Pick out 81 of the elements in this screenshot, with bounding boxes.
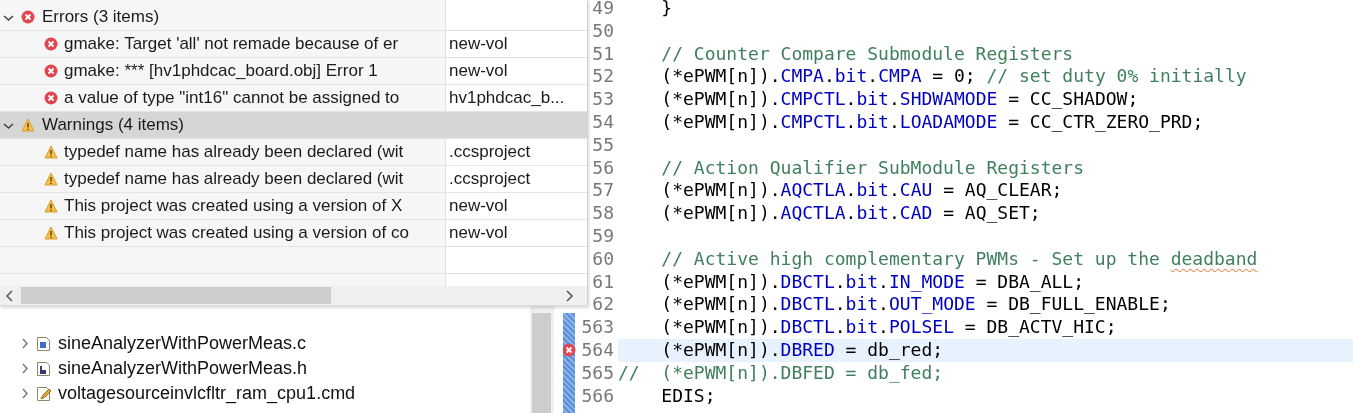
problem-row[interactable]: gmake: *** [hv1phdcac_board.obj] Error 1 new-vol	[0, 58, 587, 85]
tree-item[interactable]: voltagesourceinvlcfltr_ram_cpu1.cmd	[0, 381, 530, 406]
line-number: 59	[591, 224, 615, 248]
problem-description: typedef name has already been declared (wit	[64, 142, 404, 162]
problem-row[interactable]: This project was created using a version of co new-vol	[0, 220, 587, 247]
error-icon	[44, 91, 58, 105]
code-line: (*ePWM[n]).CMPCTL.bit.SHDWAMODE = CC_SHADOW;	[660, 88, 1140, 111]
code-line: (*ePWM[n]).AQCTLA.bit.CAU = AQ_CLEAR;	[660, 179, 1064, 203]
problem-group-row[interactable]: Warnings (4 items)	[0, 112, 587, 139]
code-line: // Counter Compare Submodule Registers	[660, 42, 1075, 66]
line-number: 62	[591, 293, 615, 317]
problem-description: This project was created using a version of X	[64, 196, 403, 216]
file-icon	[36, 360, 52, 377]
tree-item[interactable]: sineAnalyzerWithPowerMeas.h	[0, 356, 530, 381]
line-number: 563	[580, 316, 615, 339]
problem-description: gmake: Target 'all' not remade because of er	[64, 34, 399, 54]
code-line: (*ePWM[n]).DBCTL.bit.IN_MODE = DBA_ALL;	[660, 270, 1086, 294]
line-number: 564	[580, 338, 615, 362]
warning-icon	[44, 172, 58, 186]
line-number: 61	[591, 270, 615, 294]
problem-resource: new-vol	[448, 61, 508, 81]
warning-icon	[44, 199, 58, 213]
code-line: }	[660, 0, 674, 20]
problem-resource: new-vol	[448, 223, 508, 243]
line-number: 52	[591, 65, 615, 89]
problem-resource: new-vol	[448, 34, 508, 54]
problem-row[interactable]: typedef name has already been declared (wit .ccsproject	[0, 166, 587, 193]
warning-icon	[44, 226, 58, 240]
tree-item[interactable]: sineAnalyzerWithPowerMeas.c	[0, 331, 530, 356]
file-icon	[36, 335, 52, 352]
code-line: (*ePWM[n]).CMPA.bit.CMPA = 0; // set duty 0% initially	[660, 65, 1248, 89]
line-number: 55	[591, 133, 615, 157]
problem-description: a value of type "int16" cannot be assigned to	[64, 88, 400, 108]
error-icon	[44, 37, 58, 51]
line-number: 58	[591, 202, 615, 225]
warning-icon	[44, 145, 58, 159]
error-icon	[44, 64, 58, 78]
file-name: sineAnalyzerWithPowerMeas.c	[58, 333, 307, 354]
problem-resource: hv1phdcac_b...	[448, 88, 565, 108]
line-number: 53	[591, 88, 615, 111]
line-number: 51	[591, 42, 615, 66]
file-name: voltagesourceinvlcfltr_ram_cpu1.cmd	[58, 383, 356, 404]
line-number: 565	[580, 361, 615, 385]
line-number: 56	[591, 156, 615, 180]
problem-resource: .ccsproject	[448, 169, 531, 189]
chevron-icon[interactable]	[20, 363, 30, 374]
problem-description: This project was created using a version of co	[64, 223, 409, 243]
problem-group-row[interactable]: Errors (3 items)	[0, 4, 587, 31]
code-line: // Action Qualifier SubModule Registers	[660, 156, 1085, 180]
problem-row[interactable]: This project was created using a version of X new-vol	[0, 193, 587, 220]
line-number: 50	[591, 19, 615, 43]
file-icon	[36, 385, 52, 402]
line-number: 566	[580, 384, 615, 408]
chevron-left-icon	[4, 289, 15, 302]
group-label: Warnings (4 items)	[42, 115, 184, 135]
code-line: // (*ePWM[n]).DBFED = db_fed;	[618, 361, 945, 385]
code-line: (*ePWM[n]).AQCTLA.bit.CAD = AQ_SET;	[660, 202, 1042, 225]
line-number: 60	[591, 247, 615, 271]
line-number: 49	[591, 0, 615, 20]
line-number: 54	[591, 111, 615, 134]
line-number: 57	[591, 179, 615, 203]
code-line: EDIS;	[660, 384, 717, 408]
file-name: sineAnalyzerWithPowerMeas.h	[58, 358, 308, 379]
problem-description: typedef name has already been declared (wit	[64, 169, 404, 189]
problem-resource: .ccsproject	[448, 142, 531, 162]
chevron-right-icon	[564, 289, 575, 302]
code-line: (*ePWM[n]).CMPCTL.bit.LOADAMODE = CC_CTR_ZERO_PRD;	[660, 111, 1205, 134]
problem-description: gmake: *** [hv1phdcac_board.obj] Error 1	[64, 61, 378, 81]
scrollbar-thumb[interactable]	[21, 287, 331, 304]
problem-row[interactable]: typedef name has already been declared (wit .ccsproject	[0, 139, 587, 166]
group-label: Errors (3 items)	[42, 7, 160, 27]
problem-row[interactable]: gmake: Target 'all' not remade because of er new-vol	[0, 31, 587, 58]
scrollbar-thumb[interactable]	[532, 313, 551, 413]
code-line: // Active high complementary PWMs - Set up the deadband	[660, 247, 1259, 271]
problem-resource: new-vol	[448, 196, 508, 216]
chevron-icon[interactable]	[20, 338, 30, 349]
code-line: (*ePWM[n]).DBCTL.bit.POLSEL = DB_ACTV_HIC;	[660, 316, 1118, 339]
error-icon	[21, 10, 35, 24]
code-line: (*ePWM[n]).DBCTL.bit.OUT_MODE = DB_FULL_ENABLE;	[660, 293, 1172, 317]
warning-icon	[21, 118, 35, 132]
chevron-icon[interactable]	[20, 388, 30, 399]
